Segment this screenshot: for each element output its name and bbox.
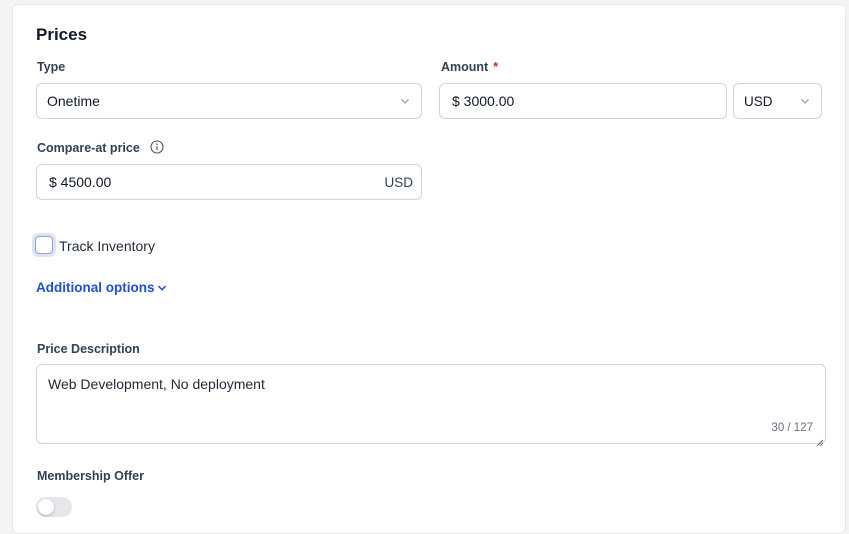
- compare-at-input-value: $ 4500.00: [49, 174, 112, 190]
- type-label: Type: [37, 60, 66, 74]
- required-marker: *: [493, 60, 499, 74]
- price-description-value: Web Development, No deployment: [48, 376, 265, 392]
- amount-input-value: $ 3000.00: [452, 93, 515, 109]
- chevron-down-icon: [797, 93, 813, 109]
- type-select[interactable]: Onetime: [36, 83, 422, 119]
- chevron-down-icon: [397, 93, 413, 109]
- info-icon[interactable]: [150, 140, 164, 154]
- additional-options-link[interactable]: Additional options: [36, 280, 167, 295]
- membership-offer-label: Membership Offer: [37, 469, 144, 483]
- compare-at-input[interactable]: $ 4500.00 USD: [36, 164, 422, 200]
- membership-offer-toggle[interactable]: [36, 497, 72, 517]
- resize-handle-icon[interactable]: [816, 434, 824, 447]
- section-title: Prices: [36, 25, 88, 44]
- price-description-label: Price Description: [37, 342, 140, 356]
- compare-at-label: Compare-at price: [37, 140, 164, 155]
- compare-at-currency-suffix: USD: [384, 174, 413, 190]
- chevron-down-icon: [157, 283, 167, 293]
- amount-label: Amount *: [441, 60, 499, 74]
- type-select-value: Onetime: [47, 93, 100, 109]
- toggle-knob: [38, 499, 54, 515]
- track-inventory-checkbox[interactable]: [35, 236, 53, 254]
- character-counter: 30 / 127: [771, 422, 813, 434]
- currency-select[interactable]: USD: [733, 83, 822, 119]
- additional-options-label: Additional options: [36, 280, 155, 295]
- price-description-textarea[interactable]: Web Development, No deployment 30 / 127: [36, 364, 826, 447]
- track-inventory-label[interactable]: Track Inventory: [59, 238, 155, 254]
- amount-input[interactable]: $ 3000.00: [439, 83, 727, 119]
- currency-select-value: USD: [744, 93, 773, 109]
- prices-card: Prices Type Onetime Amount * $ 3000.00 US…: [12, 4, 846, 534]
